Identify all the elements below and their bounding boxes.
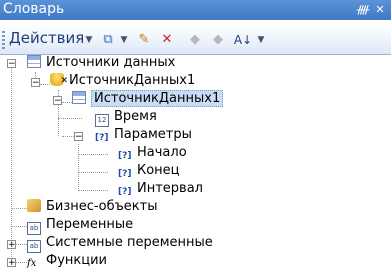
parameters-icon: [?] xyxy=(95,133,109,143)
add-dropdown-arrow-icon[interactable]: ▼ xyxy=(119,31,129,49)
tree-node-param-interval[interactable]: [?] Интервал xyxy=(118,180,203,198)
tree-node-variables[interactable]: ab Переменные xyxy=(27,216,133,235)
close-icon[interactable]: ✕ xyxy=(373,2,387,17)
expand-toggle-system-variables[interactable]: + xyxy=(7,240,16,250)
expand-toggle-functions[interactable]: + xyxy=(7,258,16,268)
move-down-icon[interactable]: ◆ xyxy=(210,31,226,49)
business-objects-icon xyxy=(27,199,41,212)
dictionary-tree: − Источники данных − ИсточникДанных1 − И… xyxy=(0,54,391,278)
pin-icon[interactable]: ᚎ xyxy=(356,2,370,17)
table-icon xyxy=(27,55,41,68)
sort-dropdown-arrow-icon[interactable]: ▼ xyxy=(256,31,266,49)
toolbar: Действия ▼ ⧉ ▼ ✎ ✕ ◆ ◆ A↓ ▼ xyxy=(0,25,391,55)
actions-dropdown-arrow-icon[interactable]: ▼ xyxy=(84,31,94,49)
tree-node-source-db[interactable]: ИсточникДанных1 xyxy=(50,72,195,90)
panel-title: Словарь xyxy=(3,1,65,17)
tree-node-source-table[interactable]: ИсточникДанных1 xyxy=(72,90,224,108)
actions-menu-button[interactable]: Действия xyxy=(9,29,84,47)
tree-node-system-variables[interactable]: ab Системные переменные xyxy=(27,234,213,253)
tree-node-data-sources[interactable]: Источники данных xyxy=(27,54,175,72)
expand-toggle-data-sources[interactable]: − xyxy=(7,59,16,69)
table-icon xyxy=(72,91,86,104)
panel-title-bar: Словарь ᚎ ✕ xyxy=(0,0,391,20)
move-up-icon[interactable]: ◆ xyxy=(187,31,203,49)
add-icon[interactable]: ⧉ xyxy=(99,31,117,49)
function-icon: fx xyxy=(27,258,37,269)
tree-node-param-end[interactable]: [?] Конец xyxy=(118,162,180,180)
delete-icon[interactable]: ✕ xyxy=(158,31,176,49)
tree-node-parameters[interactable]: [?] Параметры xyxy=(95,126,192,144)
tree-node-functions[interactable]: fx Функции xyxy=(27,252,107,270)
expand-toggle-source-table[interactable]: − xyxy=(53,96,62,106)
expand-toggle-source-db[interactable]: − xyxy=(31,78,40,88)
toolbar-grip xyxy=(2,31,5,49)
tree-node-business-objects[interactable]: Бизнес-объекты xyxy=(27,198,157,216)
database-icon xyxy=(50,72,68,90)
sort-icon[interactable]: A↓ xyxy=(233,31,253,49)
edit-icon[interactable]: ✎ xyxy=(135,31,153,49)
expand-toggle-parameters[interactable]: − xyxy=(74,132,83,142)
tree-node-param-start[interactable]: [?] Начало xyxy=(118,144,187,162)
tree-node-time[interactable]: 12 Время xyxy=(95,108,157,127)
